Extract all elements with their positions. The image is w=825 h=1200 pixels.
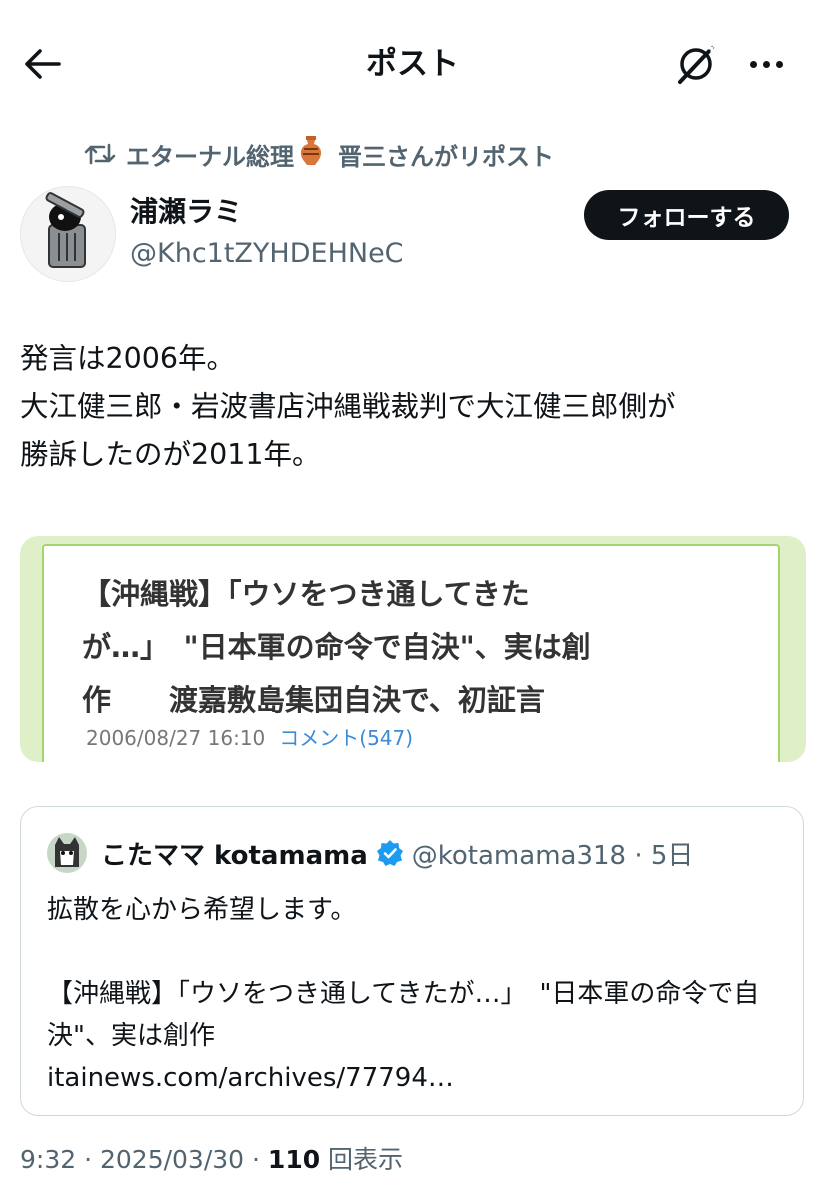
grok-button[interactable] [672, 40, 720, 88]
dot-icon [749, 60, 757, 68]
article-datetime: 2006/08/27 16:10 [86, 726, 266, 750]
grok-icon [678, 46, 714, 84]
quoted-author-handle[interactable]: @kotamama318 · 5日 [412, 835, 694, 872]
post-timestamp[interactable]: 9:32 · 2025/03/30 · [20, 1145, 268, 1174]
quoted-post[interactable]: こたママ kotamama @kotamama318 · 5日 拡散を心から希望… [20, 806, 804, 1116]
quoted-header: こたママ kotamama @kotamama318 · 5日 [101, 833, 693, 873]
author-handle[interactable]: @Khc1tZYHDEHNeC [130, 234, 404, 274]
post-text: 発言は2006年。 大江健三郎・岩波書店沖縄戦裁判で大江健三郎側が 勝訴したのが… [20, 342, 676, 471]
trash-can-character-icon [45, 192, 86, 268]
follow-button[interactable]: フォローする [584, 190, 789, 240]
amphora-emoji-icon [298, 135, 334, 173]
article-meta: 2006/08/27 16:10 コメント(547) [86, 722, 413, 751]
view-count: 110 [267, 1145, 321, 1174]
article-screenshot: 【沖縄戦】「ウソをつき通してきた が…」 "日本軍の命令で自決"、実は創 作 渡… [42, 544, 780, 762]
more-options-button[interactable] [740, 40, 792, 88]
quoted-author-avatar[interactable] [47, 833, 87, 873]
post-meta: 9:32 · 2025/03/30 · 110 回表示 [20, 1140, 403, 1180]
quoted-text: 拡散を心から希望します。 【沖縄戦】「ウソをつき通してきたが…」 "日本軍の命令… [47, 895, 760, 1093]
dot-icon [762, 60, 770, 68]
repost-user-name: エターナル総理 [126, 142, 294, 171]
author-avatar[interactable] [20, 186, 116, 282]
dot-icon [775, 60, 783, 68]
quoted-author-name[interactable]: こたママ kotamama [101, 835, 368, 872]
cat-icon [55, 837, 79, 867]
top-bar: ポスト [0, 0, 825, 130]
views-label: 回表示 [320, 1145, 404, 1174]
post-image[interactable]: 【沖縄戦】「ウソをつき通してきた が…」 "日本軍の命令で自決"、実は創 作 渡… [20, 536, 806, 762]
repost-label: 晋三さんがリポスト [338, 142, 554, 171]
verified-badge-icon [376, 839, 404, 867]
author-name[interactable]: 浦瀬ラミ [130, 192, 242, 232]
repost-context[interactable]: エターナル総理 晋三さんがリポスト [84, 134, 554, 174]
article-comments: コメント(547) [279, 726, 414, 750]
repost-icon [84, 143, 116, 165]
article-headline: 【沖縄戦】「ウソをつき通してきた が…」 "日本軍の命令で自決"、実は創 作 渡… [82, 577, 591, 717]
